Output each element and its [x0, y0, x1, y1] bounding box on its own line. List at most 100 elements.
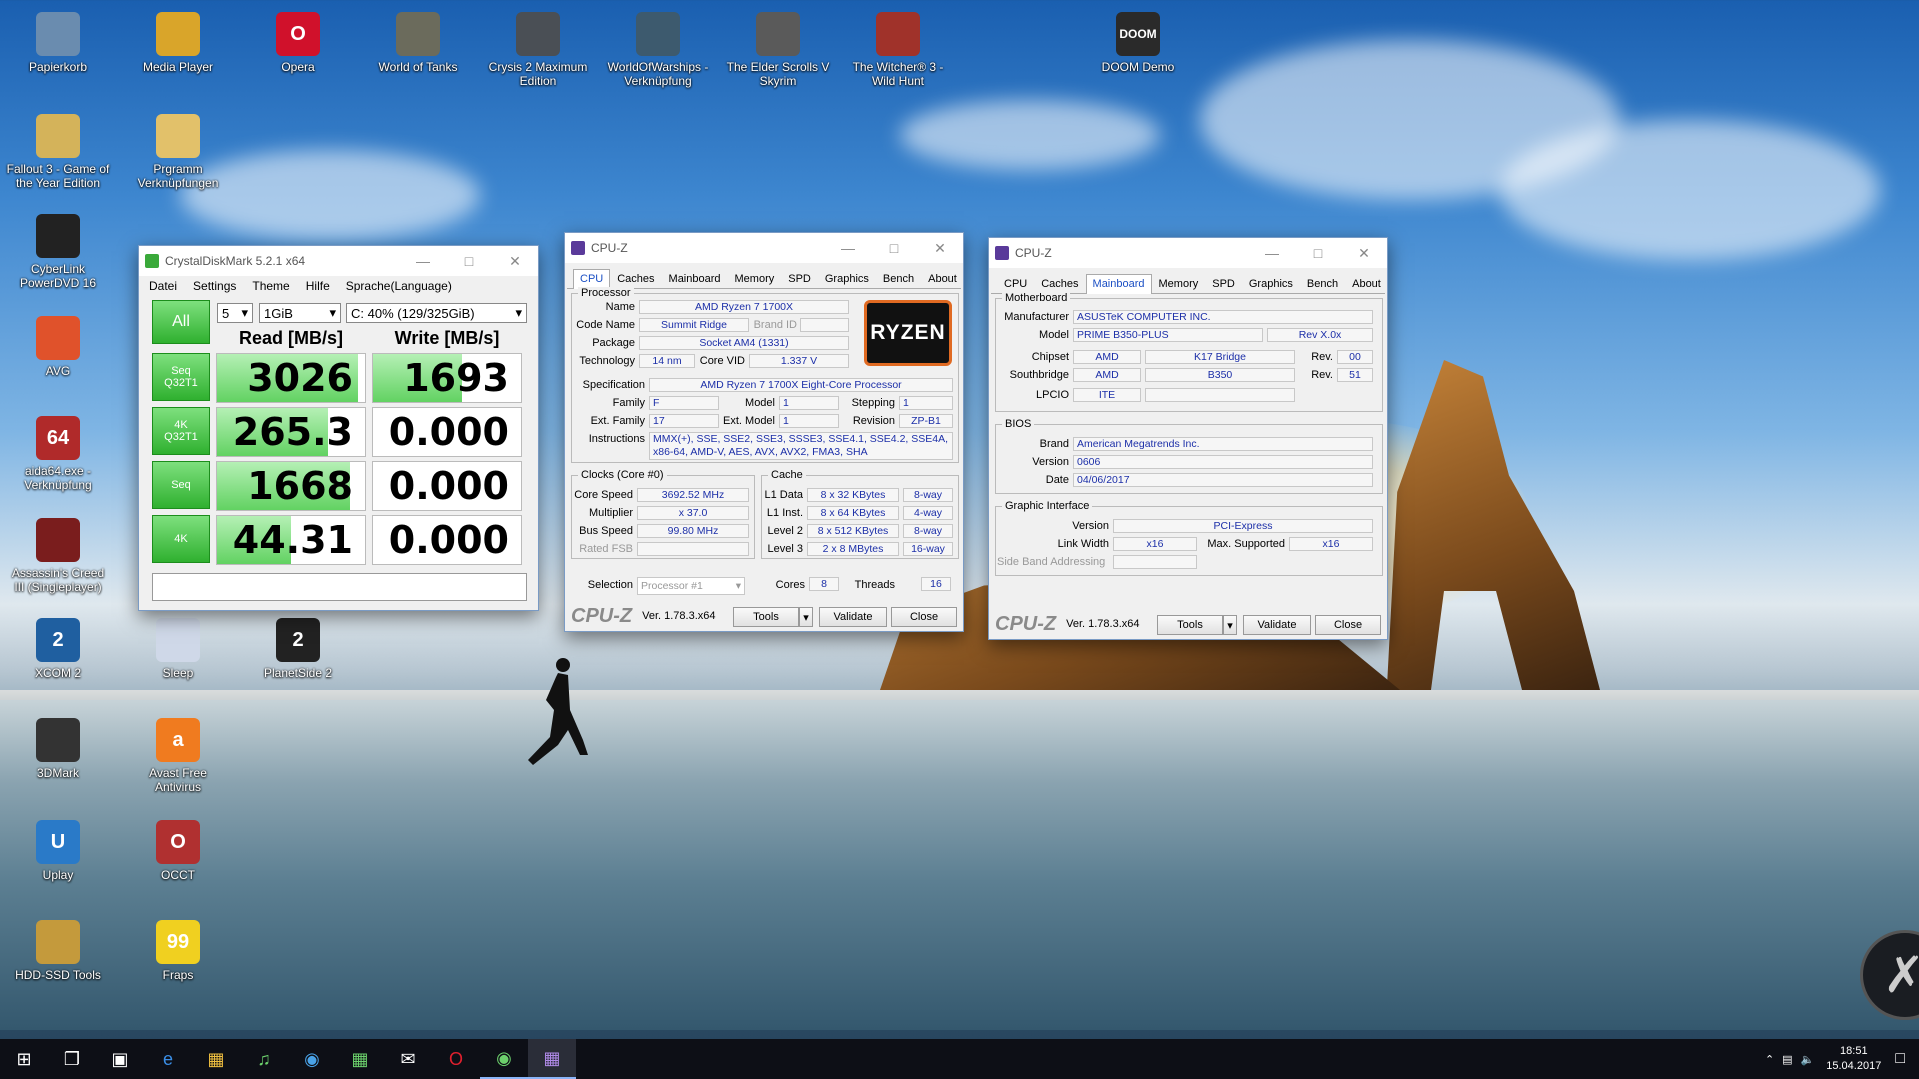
network-icon[interactable]: ▤ — [1782, 1053, 1792, 1066]
desktop-icon[interactable]: WorldOfWarships - Verknüpfung — [606, 6, 710, 88]
steam-icon[interactable]: ◉ — [288, 1039, 336, 1079]
desktop-icon[interactable]: Crysis 2 Maximum Edition — [486, 6, 590, 88]
desktop-icon[interactable]: Papierkorb — [6, 6, 110, 74]
tools-button[interactable]: Tools — [1157, 615, 1223, 635]
desktop-icon[interactable]: Fallout 3 - Game of the Year Edition — [6, 108, 110, 190]
test-button[interactable]: Seq Q32T1 — [152, 353, 210, 401]
tab-memory[interactable]: Memory — [728, 269, 782, 288]
file-explorer-icon[interactable]: ▦ — [192, 1039, 240, 1079]
maximize-icon[interactable]: □ — [871, 240, 917, 256]
size-select[interactable]: 1GiB ▾ — [259, 303, 341, 323]
tools-dropdown-button[interactable]: ▾ — [1223, 615, 1237, 635]
menu-settings[interactable]: Settings — [193, 279, 236, 293]
close-icon[interactable]: ✕ — [917, 240, 963, 257]
desktop-icon[interactable]: a Avast Free Antivirus — [126, 712, 230, 794]
menu-datei[interactable]: Datei — [149, 279, 177, 293]
tab-bench[interactable]: Bench — [876, 269, 921, 288]
maximize-icon[interactable]: □ — [446, 253, 492, 269]
brand-value: American Megatrends Inc. — [1073, 437, 1373, 451]
extmodel-value: 1 — [779, 414, 839, 428]
tab-spd[interactable]: SPD — [781, 269, 818, 288]
desktop-icon[interactable]: U Uplay — [6, 814, 110, 882]
desktop-icon[interactable]: CyberLink PowerDVD 16 — [6, 208, 110, 290]
desktop-icon[interactable]: O OCCT — [126, 814, 230, 882]
music-player-icon[interactable]: ♫ — [240, 1039, 288, 1079]
tab-bench[interactable]: Bench — [1300, 274, 1345, 293]
volume-icon[interactable]: 🔈 — [1801, 1053, 1815, 1066]
clock[interactable]: 18:51 15.04.2017 — [1826, 1044, 1881, 1074]
mail-icon[interactable]: ✉ — [384, 1039, 432, 1079]
tab-about[interactable]: About — [1345, 274, 1388, 293]
opera-taskbar-icon[interactable]: O — [432, 1039, 480, 1079]
desktop-icon[interactable]: World of Tanks — [366, 6, 470, 74]
tab-caches[interactable]: Caches — [1034, 274, 1085, 293]
menu-language[interactable]: Sprache(Language) — [346, 279, 452, 293]
minimize-icon[interactable]: — — [1249, 245, 1295, 261]
validate-button[interactable]: Validate — [819, 607, 887, 627]
desktop-icon[interactable]: HDD-SSD Tools — [6, 914, 110, 982]
tools-dropdown-button[interactable]: ▾ — [799, 607, 813, 627]
close-button[interactable]: Close — [891, 607, 957, 627]
linkwidth-value: x16 — [1113, 537, 1197, 551]
close-icon[interactable]: ✕ — [1341, 245, 1387, 262]
desktop-icon[interactable]: Sleep — [126, 612, 230, 680]
tab-caches[interactable]: Caches — [610, 269, 661, 288]
tab-about[interactable]: About — [921, 269, 964, 288]
app-icon: 64 — [36, 416, 80, 460]
menu-hilfe[interactable]: Hilfe — [306, 279, 330, 293]
tab-graphics[interactable]: Graphics — [818, 269, 876, 288]
chevron-up-icon[interactable]: ⌃ — [1765, 1053, 1774, 1066]
tab-memory[interactable]: Memory — [1152, 274, 1206, 293]
desktop-icon[interactable]: DOOM DOOM Demo — [1086, 6, 1190, 74]
maximize-icon[interactable]: □ — [1295, 245, 1341, 261]
tab-mainboard[interactable]: Mainboard — [662, 269, 728, 288]
calculator-icon[interactable]: ▦ — [336, 1039, 384, 1079]
cdm-titlebar[interactable]: CrystalDiskMark 5.2.1 x64 — □ ✕ — [139, 246, 538, 276]
crystaldiskmark-taskbar-icon[interactable]: ◉ — [480, 1039, 528, 1079]
test-button[interactable]: Seq — [152, 461, 210, 509]
desktop-icon[interactable]: 2 PlanetSide 2 — [246, 612, 350, 680]
cpuz-titlebar[interactable]: CPU-Z — □ ✕ — [565, 233, 963, 263]
cpuz-taskbar-icon[interactable]: ▦ — [528, 1039, 576, 1079]
desktop-icon[interactable]: The Witcher® 3 - Wild Hunt — [846, 6, 950, 88]
tab-spd[interactable]: SPD — [1205, 274, 1242, 293]
validate-button[interactable]: Validate — [1243, 615, 1311, 635]
tab-cpu[interactable]: CPU — [997, 274, 1034, 293]
desktop-icon[interactable]: Media Player — [126, 6, 230, 74]
minimize-icon[interactable]: — — [400, 253, 446, 269]
minimize-icon[interactable]: — — [825, 240, 871, 256]
desktop-icon[interactable]: AVG — [6, 310, 110, 378]
desktop-icon[interactable]: Prgramm Verknüpfungen — [126, 108, 230, 190]
test-button[interactable]: 4K — [152, 515, 210, 563]
count-select[interactable]: 5 ▾ — [217, 303, 253, 323]
store-icon[interactable]: ▣ — [96, 1039, 144, 1079]
desktop-icon[interactable]: O Opera — [246, 6, 350, 74]
comment-field[interactable] — [152, 573, 527, 601]
tab-graphics[interactable]: Graphics — [1242, 274, 1300, 293]
drive-select[interactable]: C: 40% (129/325GiB) ▾ — [346, 303, 527, 323]
all-button[interactable]: All — [152, 300, 210, 344]
edge-icon[interactable]: e — [144, 1039, 192, 1079]
desktop-icon[interactable]: 2 XCOM 2 — [6, 612, 110, 680]
tab-mainboard[interactable]: Mainboard — [1085, 274, 1152, 294]
cloud — [900, 100, 1160, 170]
notification-icon[interactable]: □ — [1895, 1050, 1905, 1068]
group-title: Processor — [578, 287, 634, 299]
close-icon[interactable]: ✕ — [492, 253, 538, 270]
desktop-icon[interactable]: Assassin's Creed III (Singleplayer) — [6, 512, 110, 594]
l1i-way: 4-way — [903, 506, 953, 520]
desktop-icon[interactable]: 64 aida64.exe - Verknüpfung — [6, 410, 110, 492]
desktop-icon[interactable]: The Elder Scrolls V Skyrim — [726, 6, 830, 88]
windows-start-icon[interactable]: ⊞ — [0, 1039, 48, 1079]
tab-cpu[interactable]: CPU — [573, 269, 611, 289]
desktop-icon[interactable]: 3DMark — [6, 712, 110, 780]
task-view-icon[interactable]: ❐ — [48, 1039, 96, 1079]
selection-dropdown[interactable]: Processor #1 ▾ — [637, 577, 745, 595]
desktop-icon[interactable]: 99 Fraps — [126, 914, 230, 982]
test-button[interactable]: 4K Q32T1 — [152, 407, 210, 455]
menu-theme[interactable]: Theme — [252, 279, 289, 293]
cpuz-titlebar[interactable]: CPU-Z — □ ✕ — [989, 238, 1387, 268]
desktop-icon-label: World of Tanks — [378, 60, 458, 74]
tools-button[interactable]: Tools — [733, 607, 799, 627]
close-button[interactable]: Close — [1315, 615, 1381, 635]
